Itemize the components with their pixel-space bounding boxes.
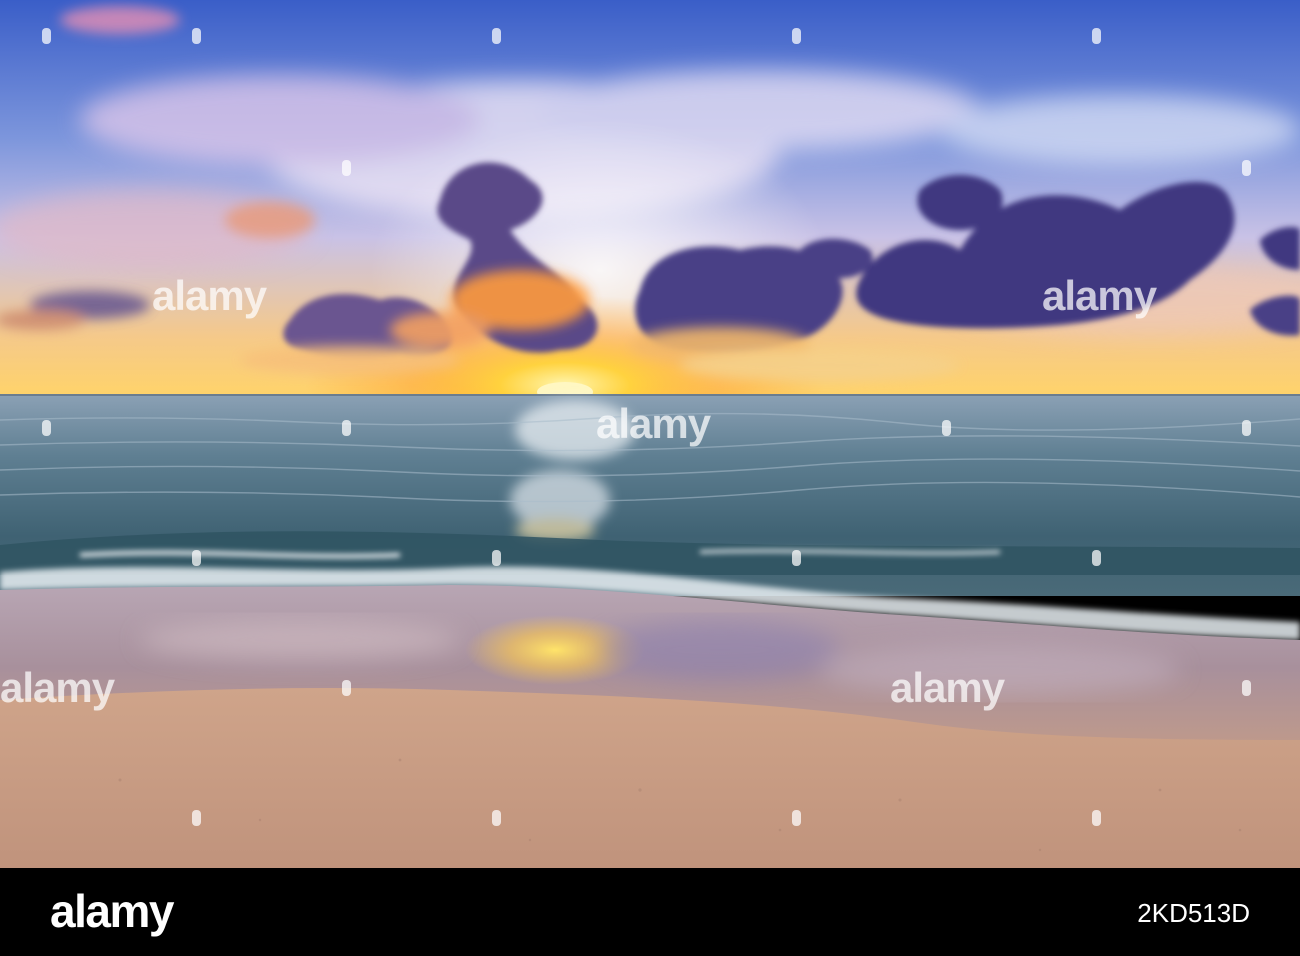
watermark-dot (492, 28, 501, 44)
alamy-logo: alamy (50, 885, 174, 937)
footer-bar: alamy 2KD513D (0, 868, 1300, 956)
watermark-dot (192, 550, 201, 566)
watermark-dot (192, 28, 201, 44)
watermark-dot (492, 550, 501, 566)
watermark-dot (342, 680, 351, 696)
watermark-dot (192, 810, 201, 826)
sunset-beach-scene (0, 0, 1300, 868)
watermark-dot (792, 550, 801, 566)
stock-photo: alamy alamy alamy alamy alamy (0, 0, 1300, 868)
watermark-dot (1092, 28, 1101, 44)
watermark-dot (792, 28, 801, 44)
watermark-dot (1242, 160, 1251, 176)
watermark-dot (1092, 810, 1101, 826)
watermark-dot (1092, 550, 1101, 566)
watermark-dot (42, 28, 51, 44)
watermark-dot (1242, 420, 1251, 436)
watermark-dot (1242, 680, 1251, 696)
watermark-dot (342, 160, 351, 176)
image-id: 2KD513D (1137, 898, 1250, 928)
watermark-dot (42, 420, 51, 436)
watermark-dot (792, 810, 801, 826)
watermark-dot (492, 810, 501, 826)
watermark-dot (942, 420, 951, 436)
watermark-dot (342, 420, 351, 436)
